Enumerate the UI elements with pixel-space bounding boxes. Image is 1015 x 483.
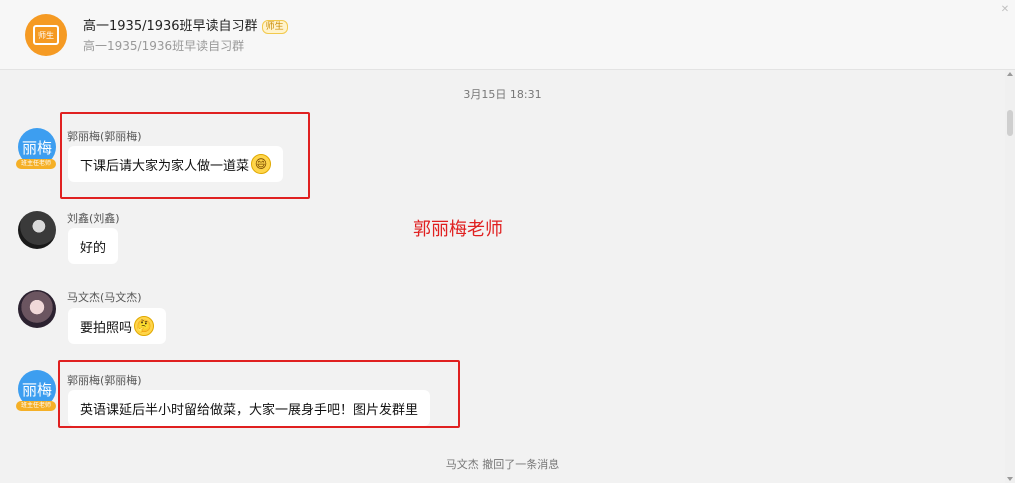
- annotation-label: 郭丽梅老师: [413, 219, 503, 240]
- scroll-down-icon[interactable]: [1007, 477, 1013, 481]
- group-avatar[interactable]: 师生: [25, 14, 67, 56]
- avatar-user[interactable]: [18, 211, 56, 249]
- message-text: 要拍照吗: [80, 320, 133, 336]
- teacher-badge: 班主任老师: [16, 159, 56, 169]
- message-list[interactable]: 3月15日 18:31 丽梅 班主任老师 郭丽梅(郭丽梅) 下课后请大家为家人做…: [0, 70, 1005, 483]
- message-bubble[interactable]: 好的: [68, 228, 119, 264]
- recall-notice: 马文杰 撤回了一条消息: [445, 458, 560, 471]
- sender-name: 刘鑫(刘鑫): [67, 212, 120, 225]
- close-icon[interactable]: ✕: [999, 4, 1011, 16]
- teacher-badge: 班主任老师: [16, 401, 56, 411]
- scroll-up-icon[interactable]: [1007, 72, 1013, 76]
- avatar-user[interactable]: [18, 290, 56, 328]
- avatar-text: 丽梅: [21, 138, 52, 157]
- group-title: 高一1935/1936班早读自习群 师生: [83, 15, 288, 34]
- chat-header: 师生 高一1935/1936班早读自习群 师生 高一1935/1936班早读自习群…: [0, 0, 1015, 70]
- message-text: 好的: [80, 240, 107, 256]
- sender-name: 马文杰(马文杰): [67, 291, 142, 304]
- highlight-box: [58, 360, 460, 428]
- message-timestamp: 3月15日 18:31: [463, 88, 542, 101]
- message-bubble[interactable]: 要拍照吗 🤔: [68, 308, 167, 344]
- thinking-face-icon: 🤔: [134, 316, 155, 336]
- group-title-text: 高一1935/1936班早读自习群: [83, 19, 258, 34]
- role-badge: 师生: [261, 20, 288, 34]
- book-icon: 师生: [33, 25, 59, 45]
- highlight-box: [60, 112, 310, 199]
- group-subtitle: 高一1935/1936班早读自习群: [83, 39, 245, 53]
- scrollbar[interactable]: [1005, 70, 1015, 483]
- avatar-text: 丽梅: [21, 380, 52, 399]
- scroll-thumb[interactable]: [1007, 110, 1013, 136]
